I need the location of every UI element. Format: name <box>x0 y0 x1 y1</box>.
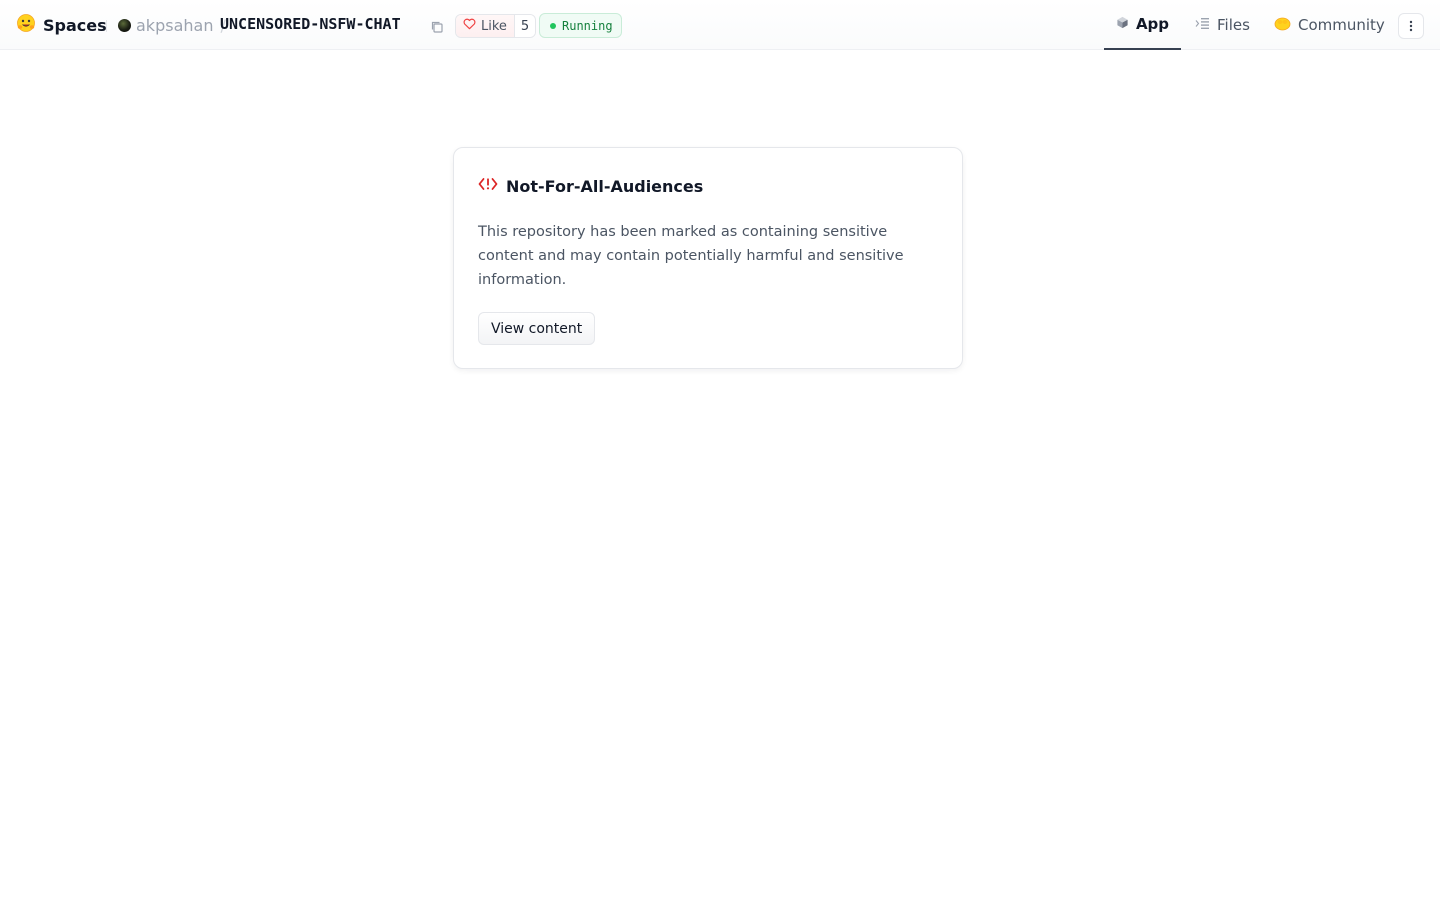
repo-name-link[interactable]: UNCENSORED-NSFW-CHAT <box>220 15 401 33</box>
like-label: Like <box>481 18 507 34</box>
community-icon <box>1274 16 1291 35</box>
warning-title: Not-For-All-Audiences <box>506 176 704 196</box>
owner-link[interactable]: akpsahan / <box>118 15 228 35</box>
status-dot-icon <box>550 22 556 29</box>
copy-icon[interactable] <box>430 19 444 33</box>
more-options-button[interactable] <box>1398 13 1424 39</box>
warning-title-row: Not-For-All-Audiences <box>478 176 703 196</box>
tab-app-label: App <box>1135 15 1170 33</box>
like-button[interactable]: Like <box>456 15 515 37</box>
header-divider <box>106 20 107 32</box>
status-badge[interactable]: Running <box>539 13 622 38</box>
owner-avatar <box>118 18 131 32</box>
tab-community[interactable]: Community <box>1274 0 1385 50</box>
like-count[interactable]: 5 <box>514 15 536 37</box>
warning-code-icon <box>478 176 498 196</box>
view-content-button[interactable]: View content <box>478 312 596 345</box>
tab-files-label: Files <box>1217 16 1250 34</box>
brand-label: Spaces <box>43 15 107 35</box>
hugging-face-logo-icon <box>16 13 36 37</box>
tab-files[interactable]: Files <box>1195 0 1255 50</box>
tab-app[interactable]: App <box>1104 0 1181 50</box>
app-cube-icon <box>1116 15 1129 33</box>
more-vertical-icon <box>1409 17 1413 36</box>
like-group: Like 5 <box>455 14 537 38</box>
spaces-home-link[interactable]: Spaces <box>16 14 107 36</box>
owner-name[interactable]: akpsahan <box>136 16 213 35</box>
warning-description: This repository has been marked as conta… <box>478 224 904 288</box>
files-icon <box>1195 16 1210 34</box>
status-label: Running <box>562 18 613 33</box>
top-header: Spaces akpsahan / UNCENSORED-NSFW-CHAT L… <box>0 0 1440 50</box>
heart-icon <box>463 18 476 34</box>
tab-community-label: Community <box>1298 16 1385 34</box>
nsfw-warning-card: Not-For-All-Audiences This repository ha… <box>453 147 963 369</box>
